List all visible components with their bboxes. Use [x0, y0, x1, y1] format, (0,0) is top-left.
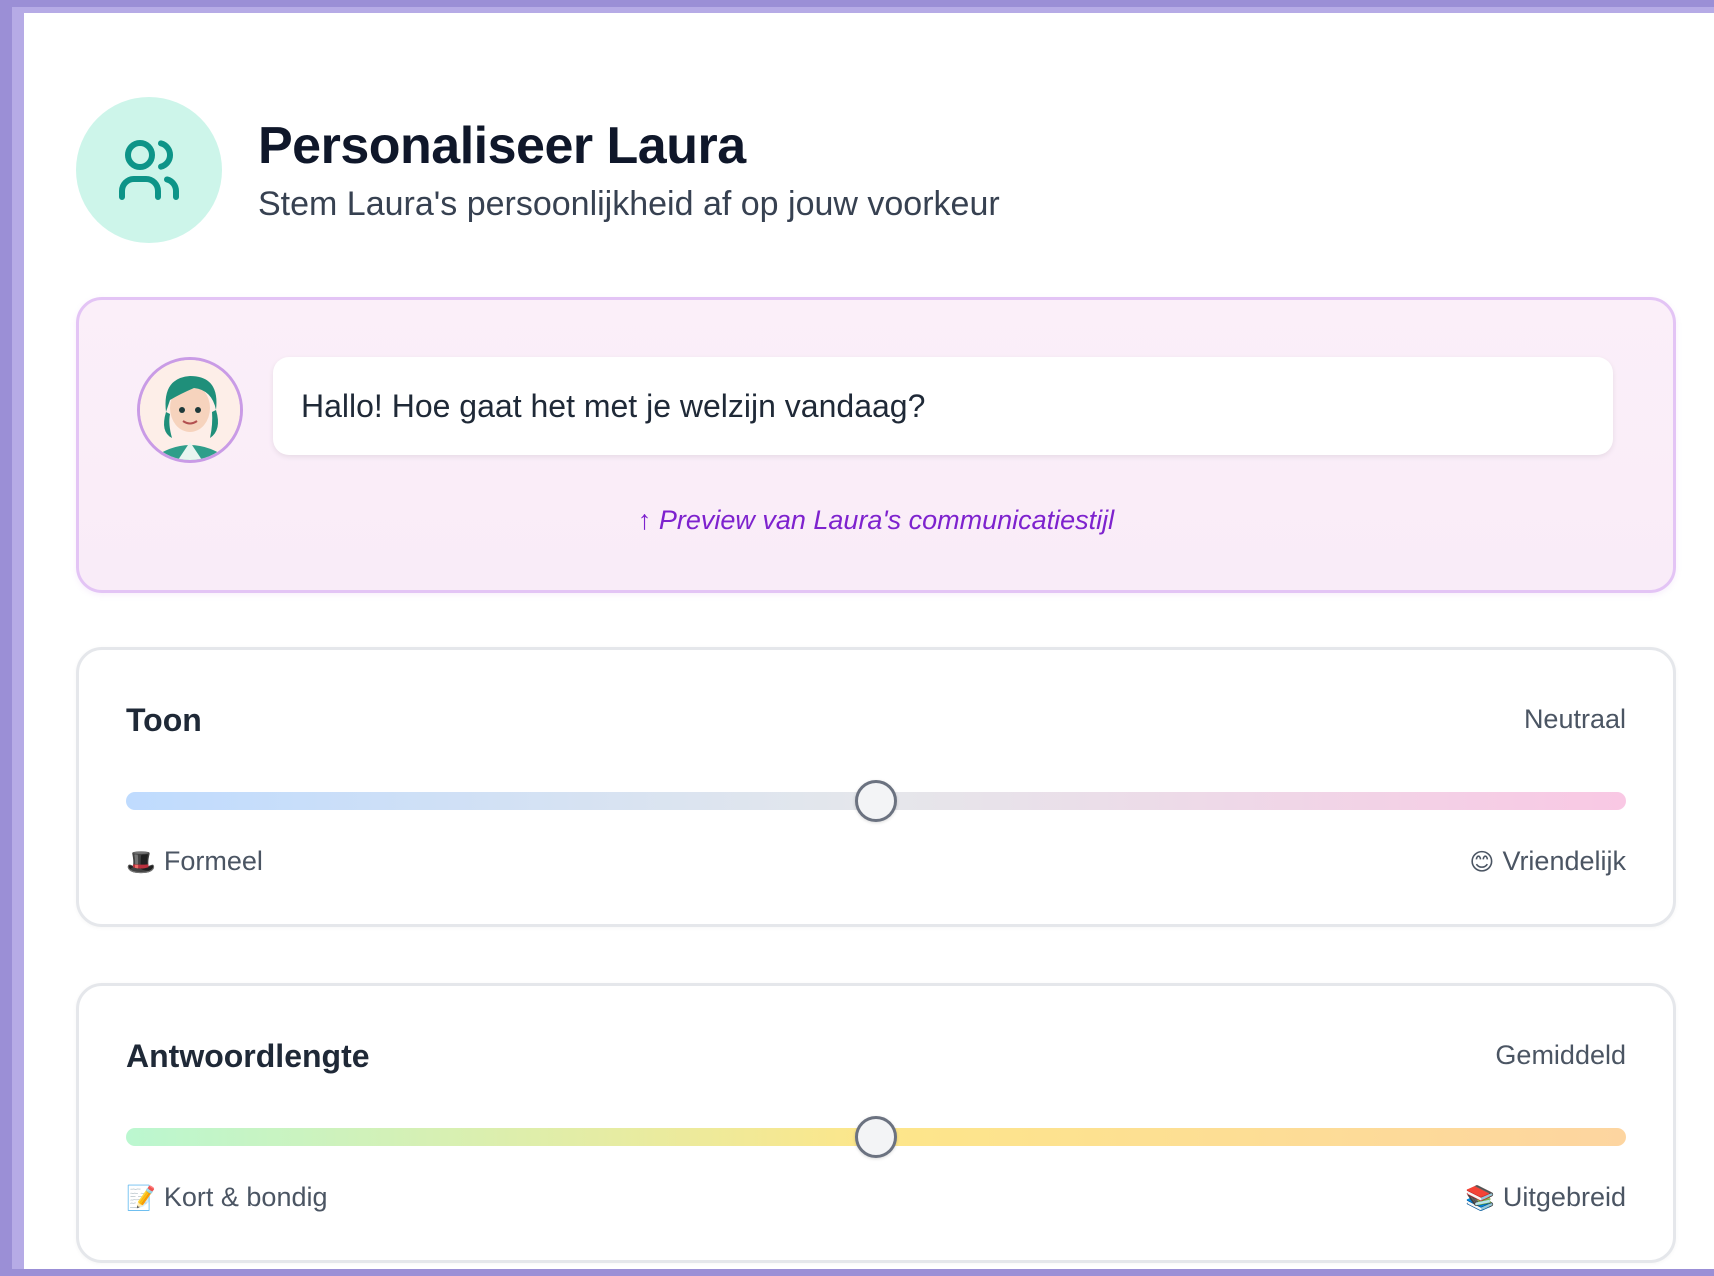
tone-slider-thumb[interactable]: [855, 780, 897, 822]
tone-max-label: 😊 Vriendelijk: [1469, 846, 1626, 877]
top-hat-icon: 🎩: [126, 847, 156, 876]
books-icon: 📚: [1465, 1183, 1495, 1212]
tone-slider-track[interactable]: [126, 780, 1626, 822]
length-value: Gemiddeld: [1495, 1040, 1626, 1070]
app-window: Personaliseer Laura Stem Laura's persoon…: [12, 7, 1714, 1269]
length-title: Antwoordlengte: [126, 1038, 370, 1074]
tone-min-text: Formeel: [163, 846, 263, 876]
preview-message-bubble: Hallo! Hoe gaat het met je welzijn vanda…: [273, 357, 1613, 455]
length-slider-card: Antwoordlengte Gemiddeld 📝 Kort & bondig…: [76, 983, 1676, 1263]
length-slider-thumb[interactable]: [855, 1116, 897, 1158]
tone-title: Toon: [126, 702, 202, 738]
tone-max-text: Vriendelijk: [1502, 846, 1626, 876]
length-min-text: Kort & bondig: [163, 1182, 328, 1212]
page-title: Personaliseer Laura: [258, 117, 746, 175]
preview-caption: ↑ Preview van Laura's communicatiestijl: [637, 505, 1115, 535]
tone-min-label: 🎩 Formeel: [126, 846, 263, 877]
length-max-label: 📚 Uitgebreid: [1465, 1182, 1626, 1213]
page-header: Personaliseer Laura Stem Laura's persoon…: [76, 97, 1676, 243]
tone-slider-card: Toon Neutraal 🎩 Formeel 😊 Vriendelijk: [76, 647, 1676, 927]
laura-avatar: [137, 357, 243, 463]
page-subtitle: Stem Laura's persoonlijkheid af op jouw …: [258, 185, 1000, 223]
length-slider-track[interactable]: [126, 1116, 1626, 1158]
smiley-icon: 😊: [1469, 847, 1495, 876]
memo-icon: 📝: [126, 1183, 156, 1212]
preview-card: Hallo! Hoe gaat het met je welzijn vanda…: [76, 297, 1676, 593]
tone-value: Neutraal: [1523, 704, 1626, 734]
header-text: Personaliseer Laura Stem Laura's persoon…: [258, 114, 1000, 226]
length-min-label: 📝 Kort & bondig: [126, 1182, 328, 1213]
length-max-text: Uitgebreid: [1502, 1182, 1626, 1212]
main-content: Personaliseer Laura Stem Laura's persoon…: [76, 97, 1676, 1263]
users-icon: [76, 97, 222, 243]
